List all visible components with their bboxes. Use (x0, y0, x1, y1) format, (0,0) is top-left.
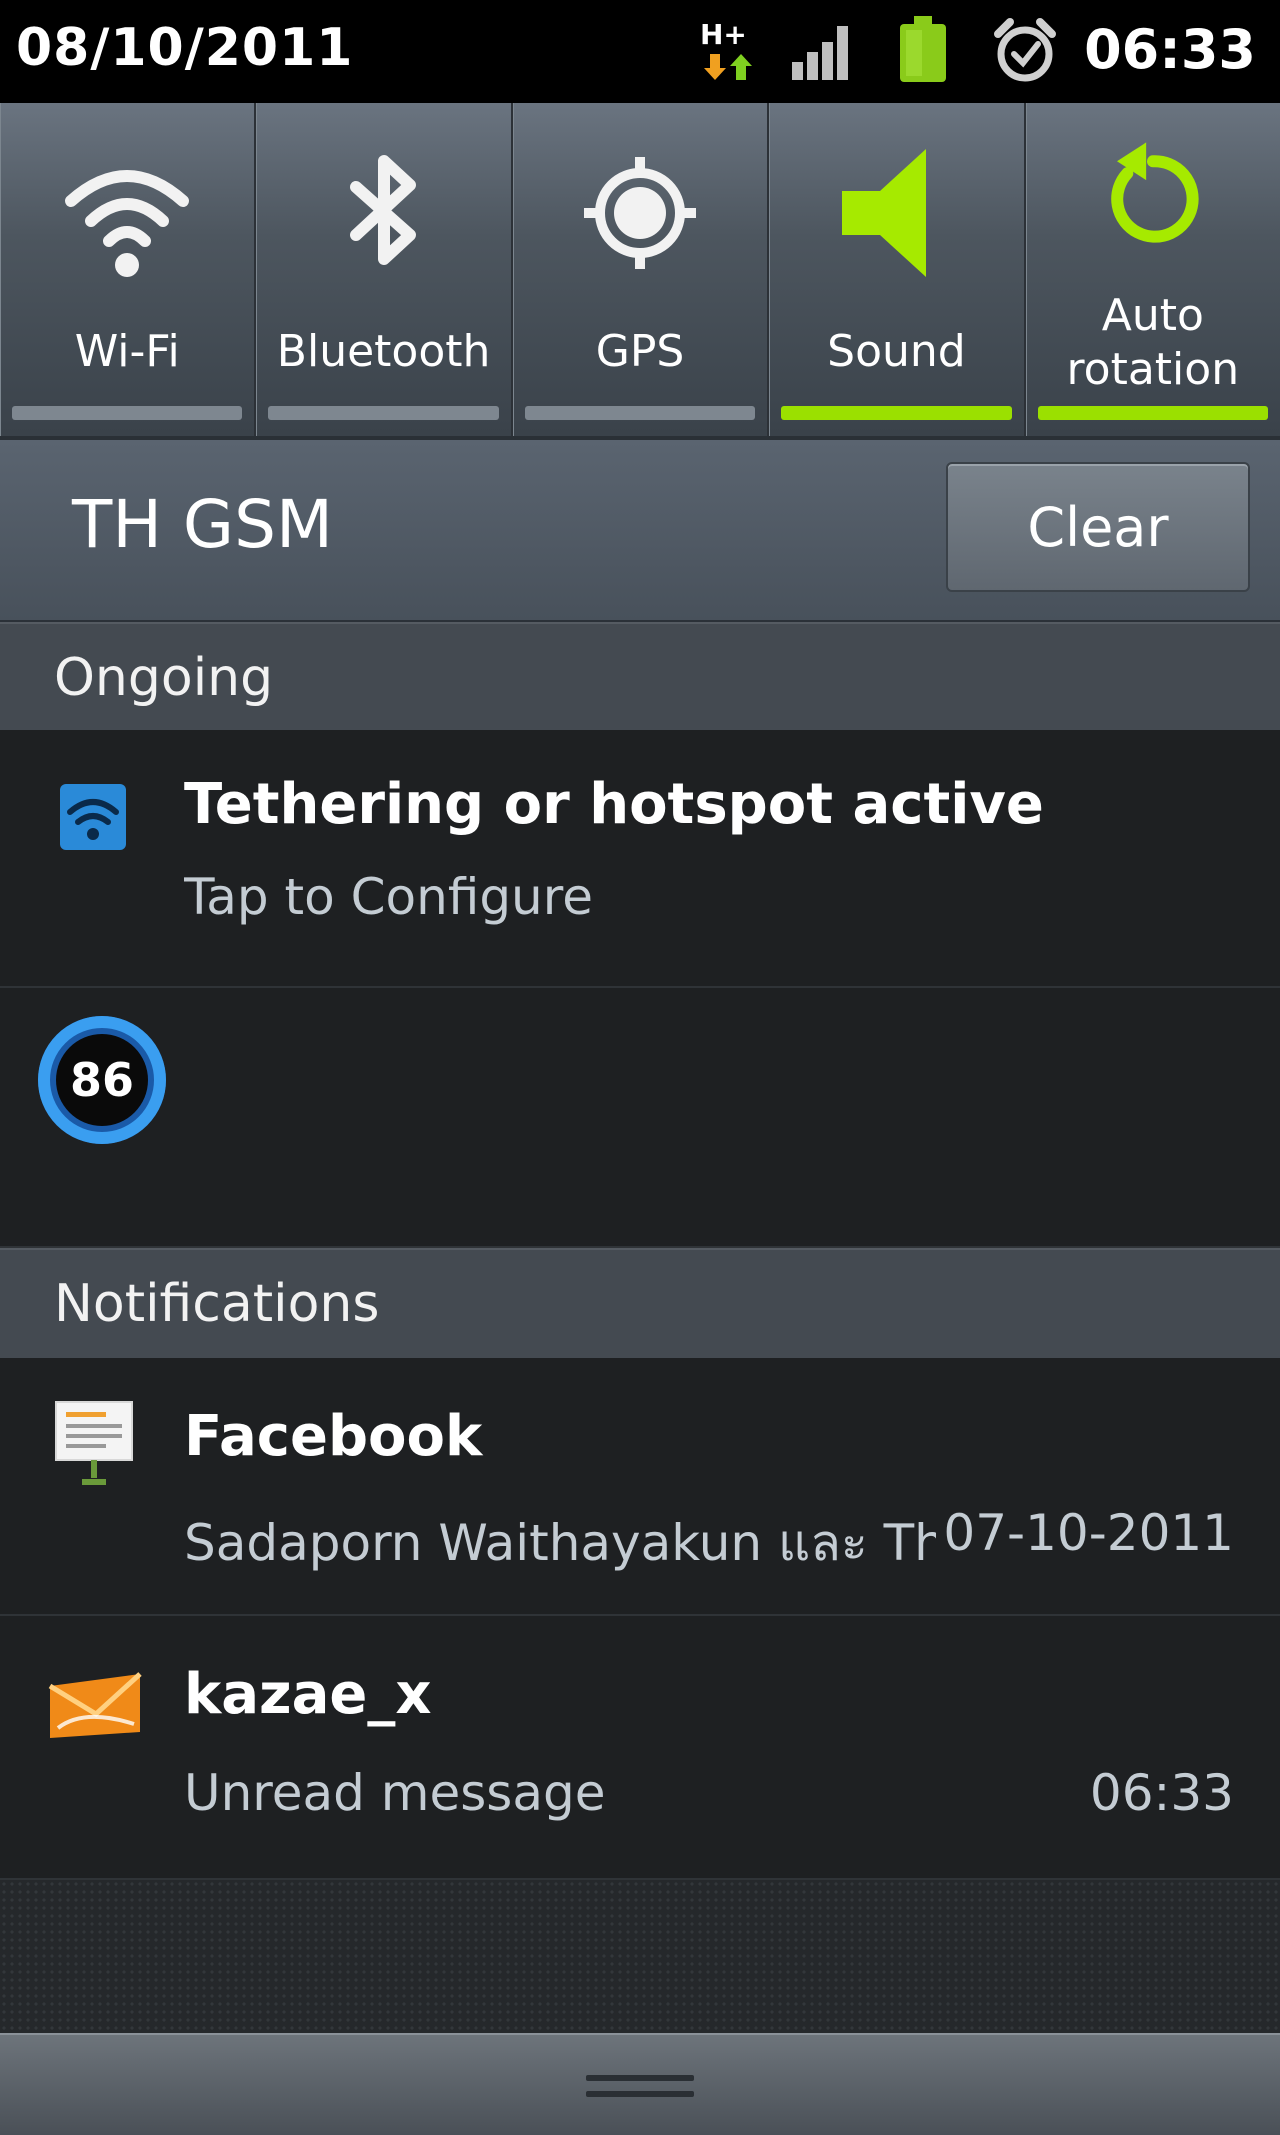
quick-toggles-panel: Wi-Fi Bluetooth GPS Sound Auto rotation (0, 103, 1280, 440)
tethering-title: Tethering or hotspot active (184, 772, 1044, 837)
clear-button[interactable]: Clear (946, 462, 1250, 592)
ongoing-header-label: Ongoing (54, 648, 274, 708)
signal-icon (792, 26, 848, 80)
grip-lines-icon (586, 2075, 694, 2097)
mail-envelope-icon (48, 1672, 142, 1738)
gps-toggle-indicator (524, 406, 756, 420)
network-type-label: H+ (700, 18, 747, 51)
alarm-icon (994, 18, 1056, 82)
bluetooth-toggle-indicator (268, 406, 499, 420)
gps-toggle[interactable]: GPS (513, 103, 770, 436)
status-bar: 08/10/2011 H+ 06:33 (0, 0, 1280, 103)
email-time: 06:33 (1089, 1764, 1234, 1822)
tethering-notification[interactable]: Tethering or hotspot active Tap to Confi… (0, 730, 1280, 988)
ongoing-header: Ongoing (0, 622, 1280, 732)
auto-rotation-label-line2: rotation (1066, 344, 1240, 395)
drawer-handle[interactable] (0, 2033, 1280, 2135)
wifi-toggle-indicator (12, 406, 243, 420)
carrier-row: TH GSM Clear (0, 440, 1280, 622)
progress-notification[interactable]: 86 (0, 988, 1280, 1248)
battery-icon (900, 16, 946, 82)
wifi-icon (65, 170, 190, 277)
progress-badge-value: 86 (70, 1053, 134, 1107)
bluetooth-toggle[interactable]: Bluetooth (256, 103, 513, 436)
notifications-header: Notifications (0, 1248, 1280, 1358)
hplus-data-icon: H+ (700, 18, 752, 80)
sound-toggle[interactable]: Sound (769, 103, 1026, 436)
auto-rotation-toggle-indicator (1037, 406, 1269, 420)
bluetooth-icon (349, 155, 416, 265)
facebook-board-icon (55, 1401, 133, 1485)
hotspot-icon (60, 784, 126, 850)
sound-toggle-indicator (781, 406, 1012, 420)
email-notification[interactable]: kazae_x Unread message 06:33 (0, 1616, 1280, 1880)
auto-rotation-label-line1: Auto (1101, 290, 1204, 341)
wifi-toggle[interactable]: Wi-Fi (0, 103, 257, 436)
auto-rotation-toggle[interactable]: Auto rotation (1026, 103, 1280, 436)
progress-circle-icon: 86 (38, 1016, 166, 1144)
status-time: 06:33 (1084, 18, 1256, 81)
gps-icon (584, 157, 697, 269)
notifications-header-label: Notifications (54, 1274, 380, 1334)
facebook-notification[interactable]: Facebook Sadaporn Waithayakun และ Th 07-… (0, 1358, 1280, 1616)
auto-rotation-toggle-label: Auto rotation (1026, 289, 1280, 397)
status-date: 08/10/2011 (16, 18, 354, 78)
email-subtitle: Unread message (184, 1764, 606, 1822)
sound-toggle-label: Sound (827, 326, 966, 377)
gps-toggle-label: GPS (595, 326, 685, 377)
facebook-subtitle: Sadaporn Waithayakun และ Th (184, 1514, 936, 1572)
facebook-time: 07-10-2011 (943, 1504, 1234, 1562)
empty-area (0, 1880, 1280, 2033)
facebook-title: Facebook (184, 1404, 483, 1469)
email-title: kazae_x (184, 1662, 432, 1727)
rotate-icon (1111, 142, 1199, 243)
speaker-icon (842, 149, 927, 277)
wifi-toggle-label: Wi-Fi (74, 326, 180, 377)
bluetooth-toggle-label: Bluetooth (276, 326, 491, 377)
tethering-subtitle: Tap to Configure (184, 868, 593, 926)
carrier-name: TH GSM (72, 486, 333, 563)
